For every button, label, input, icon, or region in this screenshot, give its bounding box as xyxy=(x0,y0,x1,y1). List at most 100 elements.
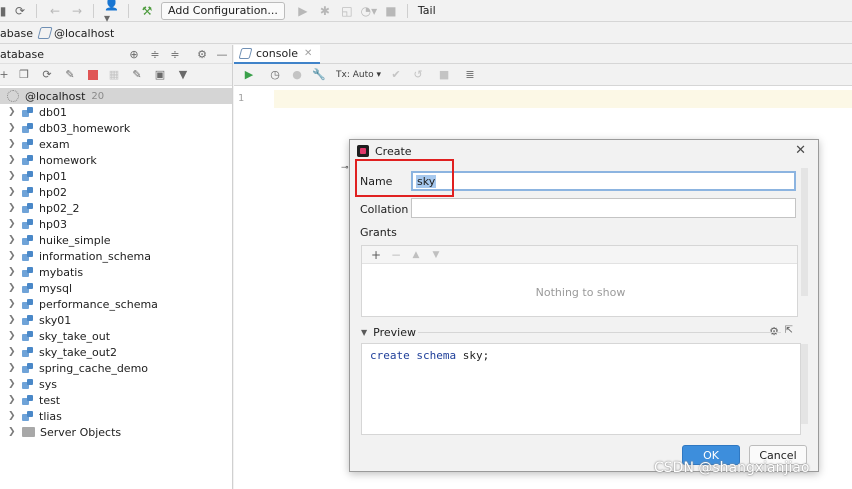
forward-arrow-icon[interactable]: → xyxy=(69,3,85,19)
hammer-icon[interactable]: ⚒ xyxy=(139,3,155,19)
name-field[interactable]: sky xyxy=(411,171,796,191)
chevron-right-icon[interactable]: ❯ xyxy=(8,347,17,357)
tree-root-localhost[interactable]: @localhost 20 xyxy=(0,88,232,104)
chevron-right-icon[interactable]: ❯ xyxy=(8,123,17,133)
table-icon[interactable]: ▦ xyxy=(107,68,121,82)
chevron-right-icon[interactable]: ❯ xyxy=(8,235,17,245)
debug-icon[interactable]: ✱ xyxy=(317,3,333,19)
chevron-right-icon[interactable]: ❯ xyxy=(8,139,17,149)
tree-item[interactable]: ❯ hp03 xyxy=(0,216,232,232)
add-configuration-button[interactable]: Add Configuration... xyxy=(161,1,285,20)
preview-code-area[interactable]: create schema sky; xyxy=(361,343,801,435)
chevron-right-icon[interactable]: ❯ xyxy=(8,203,17,213)
expand-all-icon[interactable]: ≑ xyxy=(148,47,162,61)
chevron-right-icon[interactable]: ❯ xyxy=(8,171,17,181)
tree-item[interactable]: ❯ sky01 xyxy=(0,312,232,328)
tree-item[interactable]: ❯ sys xyxy=(0,376,232,392)
chevron-right-icon[interactable]: ❯ xyxy=(8,283,17,293)
tx-mode-dropdown[interactable]: Tx: Auto ▾ xyxy=(336,70,381,80)
chevron-right-icon[interactable]: ❯ xyxy=(8,219,17,229)
add-icon[interactable]: + xyxy=(370,248,382,262)
minimize-icon[interactable]: — xyxy=(215,47,229,61)
chevron-right-icon[interactable]: ❯ xyxy=(8,411,17,421)
close-icon[interactable]: ✕ xyxy=(795,143,806,158)
tree-item[interactable]: ❯ tlias xyxy=(0,408,232,424)
console-icon[interactable]: ▣ xyxy=(153,68,167,82)
tree-item[interactable]: ❯ db03_homework xyxy=(0,120,232,136)
record-icon[interactable]: ● xyxy=(290,68,304,82)
tree-item[interactable]: ❯ mysql xyxy=(0,280,232,296)
tree-item[interactable]: ❯ mybatis xyxy=(0,264,232,280)
preview-sql: create schema sky; xyxy=(370,349,489,362)
chevron-down-icon[interactable]: ▼ xyxy=(361,328,367,337)
tree-item[interactable]: ❯ hp01 xyxy=(0,168,232,184)
close-icon[interactable]: ✕ xyxy=(304,48,312,59)
user-dropdown-icon[interactable]: 👤▾ xyxy=(104,0,120,25)
sync-icon[interactable]: ⟳ xyxy=(12,3,28,19)
chevron-right-icon[interactable]: ❯ xyxy=(8,395,17,405)
chevron-right-icon[interactable]: ❯ xyxy=(8,187,17,197)
profile-dropdown-icon[interactable]: ◔▾ xyxy=(361,3,378,19)
tree-item-label: sys xyxy=(39,377,57,391)
coverage-icon[interactable]: ◱ xyxy=(339,3,355,19)
run-icon[interactable]: ▶ xyxy=(295,3,311,19)
edit-icon[interactable]: ✎ xyxy=(130,68,144,82)
open-external-icon[interactable]: ⇱ xyxy=(785,325,793,336)
copy-icon[interactable]: ❐ xyxy=(17,68,31,82)
rollback-icon[interactable]: ↺ xyxy=(411,68,425,82)
current-line[interactable] xyxy=(274,90,852,108)
tail-button[interactable]: Tail xyxy=(418,4,436,17)
edit-schema-icon[interactable]: ✎ xyxy=(63,68,77,82)
folder-icon[interactable]: ▮ xyxy=(0,3,6,19)
move-up-icon[interactable]: ▲ xyxy=(410,250,422,260)
breadcrumb-item-localhost[interactable]: @localhost xyxy=(54,27,114,40)
chevron-right-icon[interactable]: ❯ xyxy=(8,331,17,341)
tree-item-label: Server Objects xyxy=(40,425,122,439)
tree-item-server-objects[interactable]: ❯ Server Objects xyxy=(0,424,232,440)
tree-item[interactable]: ❯ homework xyxy=(0,152,232,168)
scrollbar[interactable] xyxy=(801,344,808,424)
globe-icon[interactable]: ⊕ xyxy=(127,47,141,61)
tree-item[interactable]: ❯ information_schema xyxy=(0,248,232,264)
collapse-all-icon[interactable]: ≑ xyxy=(168,47,182,61)
tree-item[interactable]: ❯ sky_take_out xyxy=(0,328,232,344)
toolbar-divider xyxy=(93,3,94,18)
tree-item[interactable]: ❯ spring_cache_demo xyxy=(0,360,232,376)
tree-item[interactable]: ❯ db01 xyxy=(0,104,232,120)
stop-icon[interactable] xyxy=(88,69,98,80)
chevron-right-icon[interactable]: ❯ xyxy=(8,299,17,309)
add-icon[interactable]: + xyxy=(0,68,9,82)
filter-icon[interactable]: ▼ xyxy=(176,68,190,82)
collation-field[interactable] xyxy=(411,198,796,218)
stop-icon[interactable]: ■ xyxy=(437,68,451,82)
chevron-right-icon[interactable]: ❯ xyxy=(8,267,17,277)
scrollbar[interactable] xyxy=(801,168,808,296)
layout-icon[interactable]: ≣ xyxy=(463,68,477,82)
tree-item[interactable]: ❯ hp02 xyxy=(0,184,232,200)
tree-item[interactable]: ❯ test xyxy=(0,392,232,408)
chevron-right-icon[interactable]: ❯ xyxy=(8,107,17,117)
chevron-right-icon[interactable]: ❯ xyxy=(8,155,17,165)
wrench-icon[interactable]: 🔧 xyxy=(312,68,326,82)
tab-console[interactable]: console ✕ xyxy=(234,45,321,64)
tree-item[interactable]: ❯ hp02_2 xyxy=(0,200,232,216)
chevron-right-icon[interactable]: ❯ xyxy=(8,427,17,437)
history-icon[interactable]: ◷ xyxy=(268,68,282,82)
tree-item[interactable]: ❯ sky_take_out2 xyxy=(0,344,232,360)
commit-icon[interactable]: ✔ xyxy=(389,68,403,82)
remove-icon[interactable]: − xyxy=(390,248,402,262)
execute-icon[interactable]: ▶ xyxy=(242,68,256,82)
refresh-icon[interactable]: ⟳ xyxy=(40,68,54,82)
tree-item[interactable]: ❯ performance_schema xyxy=(0,296,232,312)
tree-item[interactable]: ❯ exam xyxy=(0,136,232,152)
chevron-right-icon[interactable]: ❯ xyxy=(8,251,17,261)
move-down-icon[interactable]: ▼ xyxy=(430,250,442,260)
back-arrow-icon[interactable]: ← xyxy=(47,3,63,19)
tree-item[interactable]: ❯ huike_simple xyxy=(0,232,232,248)
gear-icon[interactable]: ⚙ xyxy=(195,47,209,61)
chevron-right-icon[interactable]: ❯ xyxy=(8,315,17,325)
chevron-right-icon[interactable]: ❯ xyxy=(8,363,17,373)
breadcrumb-item-database[interactable]: abase xyxy=(0,27,33,40)
stop-icon[interactable]: ■ xyxy=(383,3,399,19)
chevron-right-icon[interactable]: ❯ xyxy=(8,379,17,389)
